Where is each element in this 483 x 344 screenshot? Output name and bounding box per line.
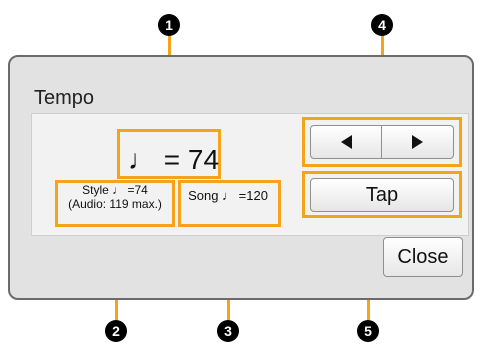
tap-button[interactable]: Tap [310,178,454,212]
callout-badge-5: 5 [357,320,379,342]
style-tempo-value: Style ♩ =74 [82,183,148,197]
style-audio-max: (Audio: 119 max.) [68,197,162,211]
song-tempo: Song ♩ =120 [188,188,268,203]
callout-badge-3: 3 [217,320,239,342]
close-button[interactable]: Close [383,237,463,277]
close-label: Close [397,245,449,268]
callout-badge-2: 2 [105,320,127,342]
tap-label: Tap [365,183,399,206]
callout-badge-1: 1 [158,14,180,36]
dialog-title: Tempo [34,87,95,109]
tempo-display: ♩ = 74 [128,144,220,175]
style-tempo: Style ♩ =74 (Audio: 119 max.) [55,183,175,211]
left-arrow-icon [340,135,352,149]
tempo-decrease-button[interactable] [310,125,382,159]
right-arrow-icon [412,135,423,149]
tempo-increase-button[interactable] [381,125,454,159]
callout-badge-4: 4 [371,14,393,36]
